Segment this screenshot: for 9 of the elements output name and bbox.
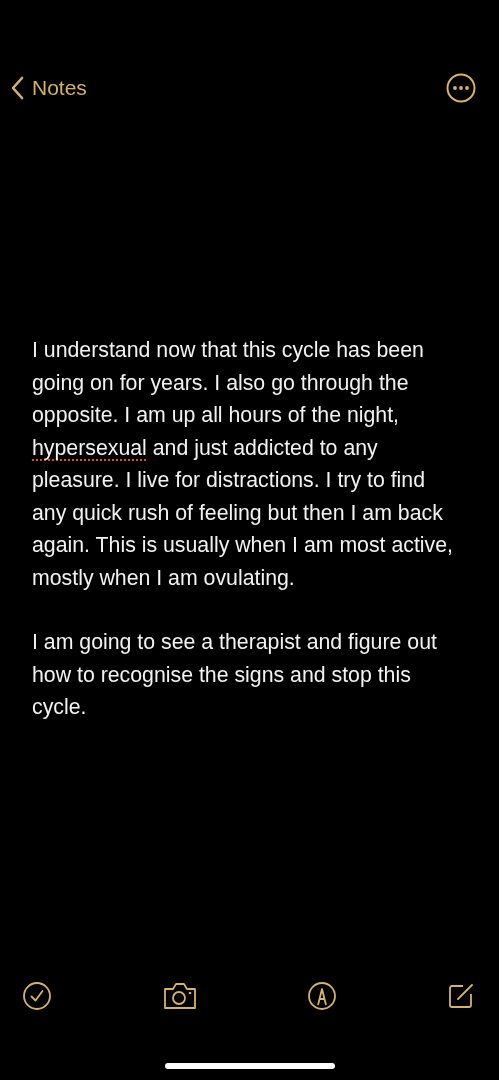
compose-icon[interactable]: [446, 982, 475, 1010]
back-button[interactable]: Notes: [10, 76, 87, 100]
more-icon[interactable]: [446, 73, 476, 103]
camera-icon[interactable]: [161, 982, 198, 1010]
markup-icon[interactable]: [307, 981, 338, 1011]
checklist-icon[interactable]: [22, 981, 52, 1011]
note-paragraph: I understand now that this cycle has been going on for years. I also go through the opposite. I am up all hours of the night, hypersexual and just addicted to any pleasure. I live for distractions. I try to find any quick rush of feeling but then I am back again. This is usually when I am most active, mostly when I am ovulating.: [32, 337, 454, 592]
note-paragraph: I am going to see a therapist and figure out how to recognise the signs and stop this cycle.: [32, 629, 438, 721]
chevron-left-icon: [10, 76, 24, 100]
